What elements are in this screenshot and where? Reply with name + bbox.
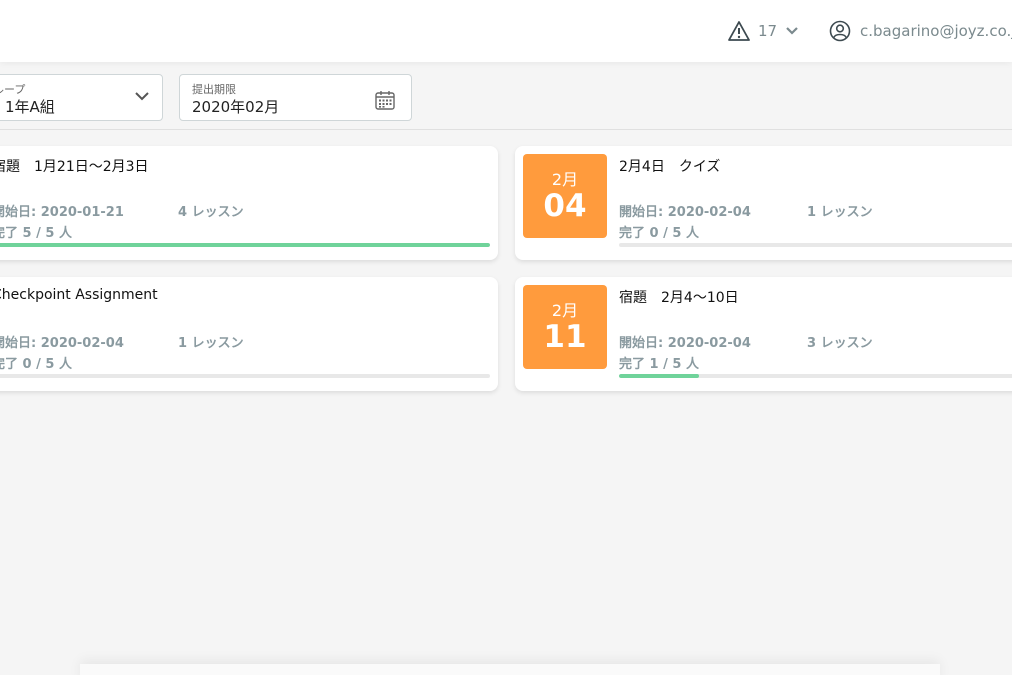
- assignment-card[interactable]: 2月 11 宿題 2月4〜10日 開始日: 2020-02-04 3 レッスン …: [515, 277, 1012, 391]
- chevron-down-icon[interactable]: [785, 26, 799, 36]
- top-bar: 17 c.bagarino@joyz.co.jp: [0, 0, 1012, 62]
- bottom-panel-edge: [80, 664, 940, 675]
- group-select-value: 1年A組: [5, 98, 55, 116]
- card-title: 2月4日 クイズ: [619, 159, 721, 175]
- user-avatar-icon: [829, 20, 851, 42]
- progress-bar: [0, 374, 490, 378]
- progress-bar: [619, 374, 1012, 378]
- filter-bar: ループ 1年A組 提出期限 2020年02月: [0, 62, 1012, 130]
- date-badge: 2月 04: [523, 154, 607, 238]
- date-badge-month: 2月: [551, 301, 579, 320]
- card-start-date: 開始日: 2020-02-04: [619, 205, 751, 220]
- assignment-card[interactable]: 宿題 1月21日〜2月3日 開始日: 2020-01-21 4 レッスン 完了 …: [0, 146, 498, 260]
- card-title: 宿題 2月4〜10日: [619, 290, 739, 306]
- card-title: 宿題 1月21日〜2月3日: [0, 159, 149, 175]
- card-completion: 完了 0 / 5 人: [0, 357, 72, 372]
- progress-bar: [619, 243, 1012, 247]
- user-email: c.bagarino@joyz.co.jp: [860, 22, 1012, 40]
- deadline-select-value: 2020年02月: [192, 98, 280, 116]
- card-lesson-count: 4 レッスン: [178, 205, 244, 220]
- card-lesson-count: 1 レッスン: [178, 336, 244, 351]
- warning-icon: [728, 21, 750, 41]
- group-select[interactable]: ループ 1年A組: [0, 74, 163, 121]
- progress-fill: [619, 374, 699, 378]
- deadline-select-label: 提出期限: [192, 83, 236, 96]
- notification-count: 17: [758, 22, 778, 40]
- card-lesson-count: 1 レッスン: [807, 205, 873, 220]
- date-badge-day: 04: [543, 188, 587, 224]
- user-menu[interactable]: c.bagarino@joyz.co.jp: [829, 19, 1012, 43]
- chevron-down-icon: [135, 92, 149, 101]
- card-completion: 完了 5 / 5 人: [0, 226, 72, 241]
- card-title: Checkpoint Assignment: [0, 287, 158, 303]
- card-start-date: 開始日: 2020-02-04: [619, 336, 751, 351]
- assignment-card[interactable]: 2月 04 2月4日 クイズ 開始日: 2020-02-04 1 レッスン 完了…: [515, 146, 1012, 260]
- card-lesson-count: 3 レッスン: [807, 336, 873, 351]
- card-completion: 完了 0 / 5 人: [619, 226, 699, 241]
- progress-fill: [0, 243, 490, 247]
- card-start-date: 開始日: 2020-01-21: [0, 205, 124, 220]
- progress-bar: [0, 243, 490, 247]
- assignment-card[interactable]: Checkpoint Assignment 開始日: 2020-02-04 1 …: [0, 277, 498, 391]
- date-badge-month: 2月: [551, 170, 579, 189]
- card-start-date: 開始日: 2020-02-04: [0, 336, 124, 351]
- date-badge-day: 11: [543, 319, 587, 355]
- group-select-label: ループ: [0, 83, 26, 96]
- notification-menu[interactable]: 17: [728, 20, 799, 42]
- date-badge: 2月 11: [523, 285, 607, 369]
- card-completion: 完了 1 / 5 人: [619, 357, 699, 372]
- calendar-icon: [375, 91, 395, 110]
- deadline-select[interactable]: 提出期限 2020年02月: [179, 74, 412, 121]
